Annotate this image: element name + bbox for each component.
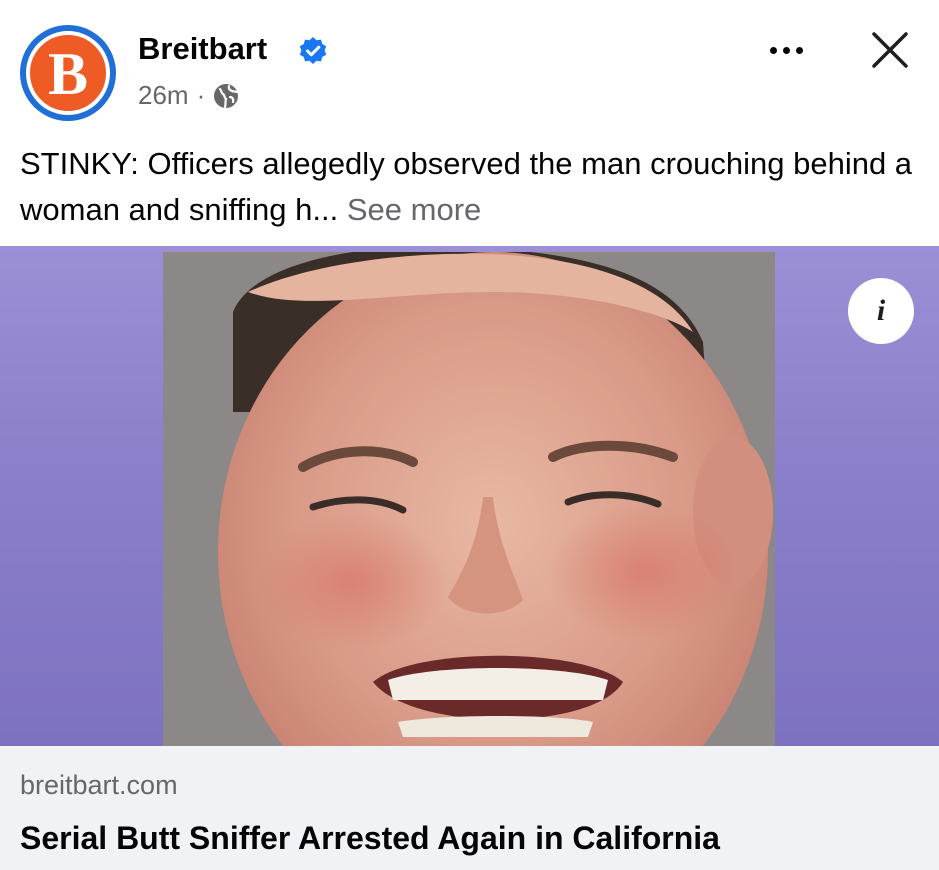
page-name[interactable]: Breitbart — [138, 30, 267, 67]
breitbart-logo: B — [26, 31, 110, 115]
more-options-icon-dot — [795, 46, 803, 54]
info-icon[interactable]: i — [848, 278, 914, 344]
globe-icon — [214, 83, 239, 108]
link-headline[interactable]: Serial Butt Sniffer Arrested Again in Ca… — [20, 820, 720, 857]
link-image[interactable] — [0, 246, 939, 746]
logo-letter: B — [47, 41, 89, 107]
more-options-icon — [769, 46, 777, 54]
mugshot-photo — [163, 252, 775, 746]
more-options-button[interactable] — [756, 30, 816, 70]
meta-separator: · — [196, 80, 206, 110]
post-time[interactable]: 26m — [138, 80, 189, 111]
link-domain: breitbart.com — [20, 770, 178, 800]
post-meta: 26m · — [138, 80, 239, 111]
close-icon[interactable] — [862, 22, 918, 78]
post-caption: STINKY: Officers allegedly observed the … — [20, 141, 920, 233]
more-options-icon-dot — [782, 46, 790, 54]
link-preview[interactable]: breitbart.com Serial Butt Sniffer Arrest… — [0, 746, 939, 870]
post-header: B Breitbart 26m · — [0, 0, 939, 130]
see-more-link[interactable]: See more — [347, 192, 481, 227]
page-avatar[interactable]: B — [20, 25, 116, 121]
verified-badge-icon — [299, 37, 327, 64]
